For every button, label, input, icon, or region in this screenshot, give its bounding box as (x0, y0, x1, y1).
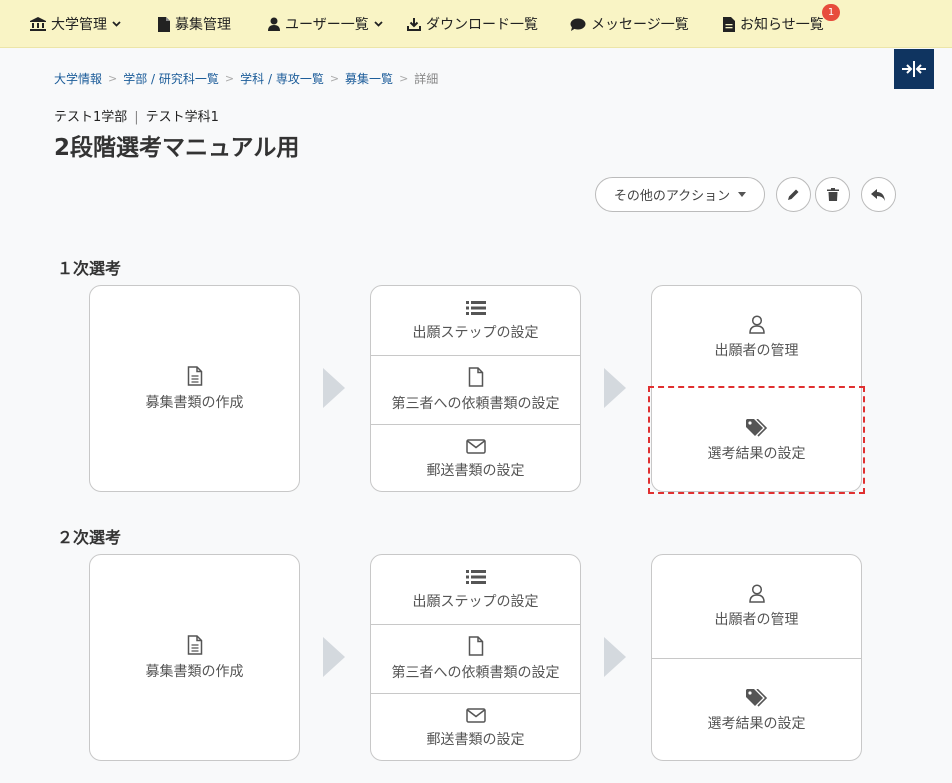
cell-label: 出願者の管理 (714, 612, 799, 628)
other-actions-dropdown[interactable]: その他のアクション (595, 177, 765, 212)
breadcrumb-separator: > (399, 72, 409, 85)
collapse-button[interactable] (894, 49, 934, 89)
delete-button[interactable] (815, 177, 850, 212)
cell-label: 選考結果の設定 (707, 715, 806, 732)
breadcrumb-faculty-list[interactable]: 学部 / 研究科一覧 (123, 70, 219, 87)
tags-icon (745, 688, 767, 707)
stage-2-manage-card: 出願者の管理 選考結果の設定 (651, 554, 862, 761)
breadcrumb-university-info[interactable]: 大学情報 (54, 70, 102, 87)
list-icon (465, 569, 486, 584)
nav-label: メッセージ一覧 (591, 17, 689, 33)
flow-arrow-icon (604, 637, 626, 677)
nav-label: ダウンロード一覧 (426, 17, 538, 33)
selection-results-settings-button[interactable]: 選考結果の設定 (652, 658, 861, 760)
nav-label: 大学管理 (51, 17, 107, 33)
nav-university-management[interactable]: 大学管理 (30, 0, 126, 48)
faculty-department-line: テスト1学部 | テスト学科1 (54, 106, 219, 125)
application-steps-settings-button[interactable]: 出願ステップの設定 (371, 555, 580, 624)
cell-label: 第三者への依頼書類の設定 (391, 665, 560, 681)
breadcrumb-separator: > (224, 72, 235, 85)
document-icon (187, 365, 202, 386)
user-icon (268, 17, 280, 31)
list-icon (465, 300, 486, 315)
caret-down-icon (738, 192, 747, 197)
cell-label: 出願ステップの設定 (412, 593, 539, 610)
nav-notice-list[interactable]: お知らせ一覧 (723, 0, 824, 48)
cell-label: 募集書類の作成 (145, 663, 244, 680)
user-outline-icon (748, 584, 765, 603)
reply-icon (871, 188, 885, 201)
applicant-management-button[interactable]: 出願者の管理 (652, 555, 861, 658)
trash-icon (826, 188, 839, 201)
department-name: テスト学科1 (145, 110, 219, 125)
file-outline-icon (468, 636, 483, 656)
envelope-icon (465, 707, 486, 723)
create-documents-button[interactable]: 募集書類の作成 (90, 286, 299, 491)
nav-recruitment-management[interactable]: 募集管理 (158, 0, 231, 48)
flow-arrow-icon (323, 637, 345, 677)
user-outline-icon (748, 315, 765, 334)
divider: | (134, 110, 139, 125)
nav-user-list[interactable]: ユーザー一覧 (268, 0, 388, 48)
third-party-documents-settings-button[interactable]: 第三者への依頼書類の設定 (371, 355, 580, 424)
nav-message-list[interactable]: メッセージ一覧 (570, 0, 689, 48)
mail-documents-settings-button[interactable]: 郵送書類の設定 (371, 693, 580, 760)
stage-2-create-docs-card: 募集書類の作成 (89, 554, 300, 761)
chevron-down-icon (374, 21, 383, 27)
nav-label: お知らせ一覧 (740, 17, 824, 33)
download-icon (407, 18, 421, 31)
stage-2-settings-card: 出願ステップの設定 第三者への依頼書類の設定 郵送書類の設定 (370, 554, 581, 761)
faculty-name: テスト1学部 (54, 110, 128, 125)
stage-1-settings-card: 出願ステップの設定 第三者への依頼書類の設定 郵送書類の設定 (370, 285, 581, 492)
application-steps-settings-button[interactable]: 出願ステップの設定 (371, 286, 580, 355)
edit-button[interactable] (776, 177, 811, 212)
stage-1-title: １次選考 (57, 259, 122, 278)
mail-documents-settings-button[interactable]: 郵送書類の設定 (371, 424, 580, 491)
envelope-icon (465, 438, 486, 454)
back-button[interactable] (861, 177, 896, 212)
university-icon (30, 17, 46, 31)
third-party-documents-settings-button[interactable]: 第三者への依頼書類の設定 (371, 624, 580, 693)
pencil-icon (788, 189, 799, 200)
breadcrumb-recruitment-list[interactable]: 募集一覧 (345, 70, 393, 87)
cell-label: 出願者の管理 (714, 343, 799, 359)
selection-results-settings-button[interactable]: 選考結果の設定 (652, 389, 861, 491)
nav-download-list[interactable]: ダウンロード一覧 (407, 0, 538, 48)
breadcrumb-separator: > (108, 72, 118, 85)
other-actions-label: その他のアクション (613, 189, 731, 204)
flow-arrow-icon (323, 368, 345, 408)
nav-label: 募集管理 (175, 17, 231, 33)
cell-label: 選考結果の設定 (707, 446, 806, 462)
breadcrumb-current: 詳細 (414, 72, 439, 86)
tags-icon (745, 419, 767, 437)
file-text-icon (723, 16, 735, 32)
nav-label: ユーザー一覧 (285, 17, 369, 33)
applicant-management-button[interactable]: 出願者の管理 (652, 286, 861, 389)
cell-label: 郵送書類の設定 (426, 731, 525, 748)
breadcrumb: 大学情報 > 学部 / 研究科一覧 > 学科 / 専攻一覧 > 募集一覧 > 詳… (54, 70, 438, 87)
cell-label: 第三者への依頼書類の設定 (391, 396, 560, 412)
collapse-horizontal-icon (902, 61, 926, 77)
comment-icon (570, 18, 586, 31)
cell-label: 郵送書類の設定 (426, 462, 525, 479)
document-icon (187, 634, 202, 655)
top-navbar: 大学管理 募集管理 ユーザー一覧 ダウンロード一覧 メッセージ一覧 お知らせ一覧… (0, 0, 952, 48)
breadcrumb-department-list[interactable]: 学科 / 専攻一覧 (240, 70, 324, 87)
breadcrumb-separator: > (329, 72, 340, 85)
file-icon (158, 16, 170, 32)
page-title: 2段階選考マニュアル用 (54, 135, 300, 161)
stage-1-create-docs-card: 募集書類の作成 (89, 285, 300, 492)
stage-1-manage-card: 出願者の管理 選考結果の設定 (651, 285, 862, 492)
stage-2-title: ２次選考 (57, 528, 122, 547)
create-documents-button[interactable]: 募集書類の作成 (90, 555, 299, 760)
cell-label: 募集書類の作成 (145, 394, 244, 411)
cell-label: 出願ステップの設定 (412, 324, 539, 341)
file-outline-icon (468, 367, 483, 387)
notification-badge: 1 (822, 4, 840, 21)
chevron-down-icon (112, 21, 121, 27)
flow-arrow-icon (604, 368, 626, 408)
